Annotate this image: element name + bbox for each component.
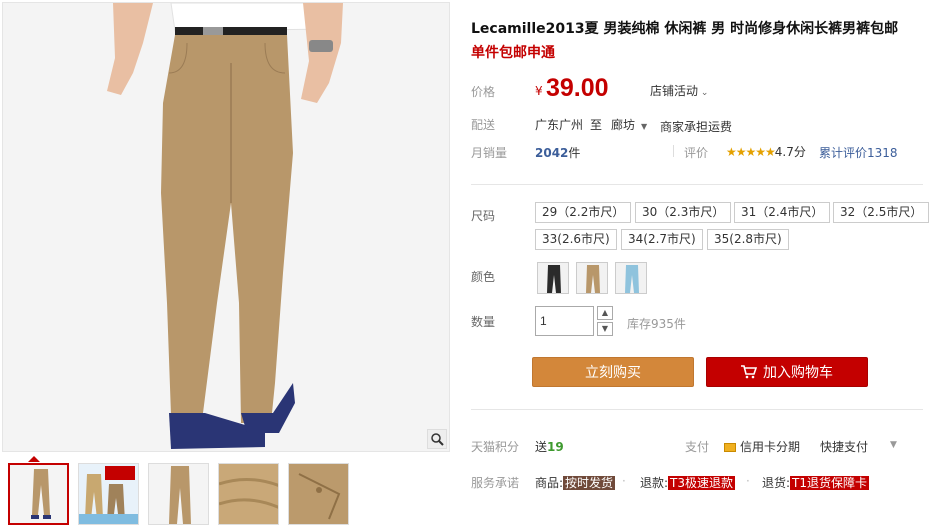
total-reviews-link[interactable]: 累计评价1318 — [819, 144, 898, 161]
monthly-sales: 2042件 — [535, 144, 580, 161]
size-option-33[interactable]: 33(2.6市尺) — [535, 229, 617, 250]
size-option-32[interactable]: 32（2.5市尺） — [833, 202, 930, 223]
credit-installment[interactable]: 信用卡分期 — [724, 438, 800, 455]
main-product-image[interactable] — [2, 2, 450, 452]
sales-count: 2042 — [535, 146, 569, 160]
color-swatch-khaki[interactable] — [576, 262, 608, 294]
caret-up-icon: ▲ — [601, 308, 609, 317]
thumbnail-5[interactable] — [288, 463, 349, 525]
service-return-prefix: 退货: — [762, 476, 791, 490]
shipping-from: 广东广州 — [535, 118, 584, 132]
color-label: 颜色 — [471, 270, 496, 284]
points-label: 天猫积分 — [471, 440, 520, 454]
zoom-icon[interactable] — [427, 429, 447, 449]
quantity-label: 数量 — [471, 315, 496, 329]
cart-icon — [741, 360, 758, 390]
service-return-tag[interactable]: T1退货保障卡 — [790, 476, 870, 490]
color-swatch-light-blue[interactable] — [615, 262, 647, 294]
divider — [471, 409, 923, 410]
shipping-destination-select[interactable]: 廊坊 ▼ — [611, 116, 647, 133]
currency-symbol: ¥ — [535, 84, 543, 98]
product-title: Lecamille2013夏 男装纯棉 休闲裤 男 时尚修身休闲长裤男裤包邮 — [471, 21, 899, 37]
size-option-30[interactable]: 30（2.3市尺） — [635, 202, 732, 223]
caret-down-icon: ▼ — [641, 122, 648, 131]
points-value: 送19 — [535, 438, 564, 455]
service-goods-tag[interactable]: 按时发货 — [563, 476, 616, 490]
shipping-fee: 商家承担运费 — [660, 120, 733, 134]
size-option-31[interactable]: 31（2.4市尺） — [734, 202, 831, 223]
caret-down-icon: ▼ — [601, 324, 609, 333]
rating-score: 4.7分 — [774, 145, 806, 159]
shipping-to-word: 至 — [590, 118, 603, 132]
service-separator: · — [746, 474, 750, 488]
store-activity-dropdown[interactable]: 店铺活动 ⌄ — [650, 82, 708, 99]
size-label: 尺码 — [471, 209, 496, 223]
size-option-29[interactable]: 29（2.2市尺） — [535, 202, 632, 223]
quantity-decrease-button[interactable]: ▼ — [597, 322, 613, 336]
color-swatch-black[interactable] — [537, 262, 569, 294]
quick-pay[interactable]: 快捷支付 — [820, 438, 868, 455]
quantity-increase-button[interactable]: ▲ — [597, 306, 613, 320]
stock-count: 库存935件 — [627, 317, 686, 331]
shipping-label: 配送 — [471, 118, 496, 132]
chevron-down-icon: ⌄ — [698, 88, 709, 98]
rating-stars-icon: ★★★★★ — [726, 145, 776, 159]
service-separator: · — [622, 474, 626, 488]
add-to-cart-button[interactable]: 加入购物车 — [706, 357, 868, 387]
payment-label: 支付 — [685, 440, 710, 454]
service-refund-tag[interactable]: T3极速退款 — [668, 476, 736, 490]
service-refund-prefix: 退款: — [640, 476, 669, 490]
service-goods-prefix: 商品: — [535, 476, 564, 490]
service-goods: 商品: 按时发货 — [535, 474, 616, 491]
service-refund: 退款: T3极速退款 — [640, 474, 736, 491]
divider — [471, 184, 923, 185]
thumbnail-2[interactable] — [78, 463, 139, 525]
shipping-destination: 廊坊 — [611, 118, 636, 132]
thumbnail-pointer — [28, 456, 40, 462]
services-label: 服务承诺 — [471, 476, 520, 490]
size-option-35[interactable]: 35(2.8市尺) — [707, 229, 789, 250]
quantity-input[interactable] — [535, 306, 594, 336]
rating-summary: ★★★★★4.7分 — [726, 143, 806, 160]
product-price: 39.00 — [546, 74, 609, 102]
divider — [673, 145, 674, 157]
buy-now-button[interactable]: 立刻购买 — [532, 357, 694, 387]
thumbnail-1[interactable] — [8, 463, 69, 525]
size-option-34[interactable]: 34(2.7市尺) — [621, 229, 703, 250]
price-label: 价格 — [471, 85, 496, 99]
review-label: 评价 — [684, 146, 709, 160]
points-amount: 19 — [547, 440, 564, 454]
thumbnail-strip — [8, 463, 349, 525]
khaki-pants-model-photo — [3, 3, 449, 451]
points-prefix: 送 — [535, 440, 548, 454]
credit-card-icon — [724, 443, 736, 452]
credit-installment-label: 信用卡分期 — [740, 440, 801, 454]
store-activity-label: 店铺活动 — [650, 84, 699, 98]
thumbnail-4[interactable] — [218, 463, 279, 525]
sales-label: 月销量 — [471, 146, 508, 160]
add-to-cart-label: 加入购物车 — [763, 365, 833, 381]
thumbnail-3[interactable] — [148, 463, 209, 525]
sales-unit: 件 — [568, 146, 581, 160]
product-subtitle: 单件包邮申通 — [471, 45, 555, 61]
payment-caret-down-icon[interactable]: ▼ — [890, 440, 897, 450]
service-return: 退货: T1退货保障卡 — [762, 474, 870, 491]
